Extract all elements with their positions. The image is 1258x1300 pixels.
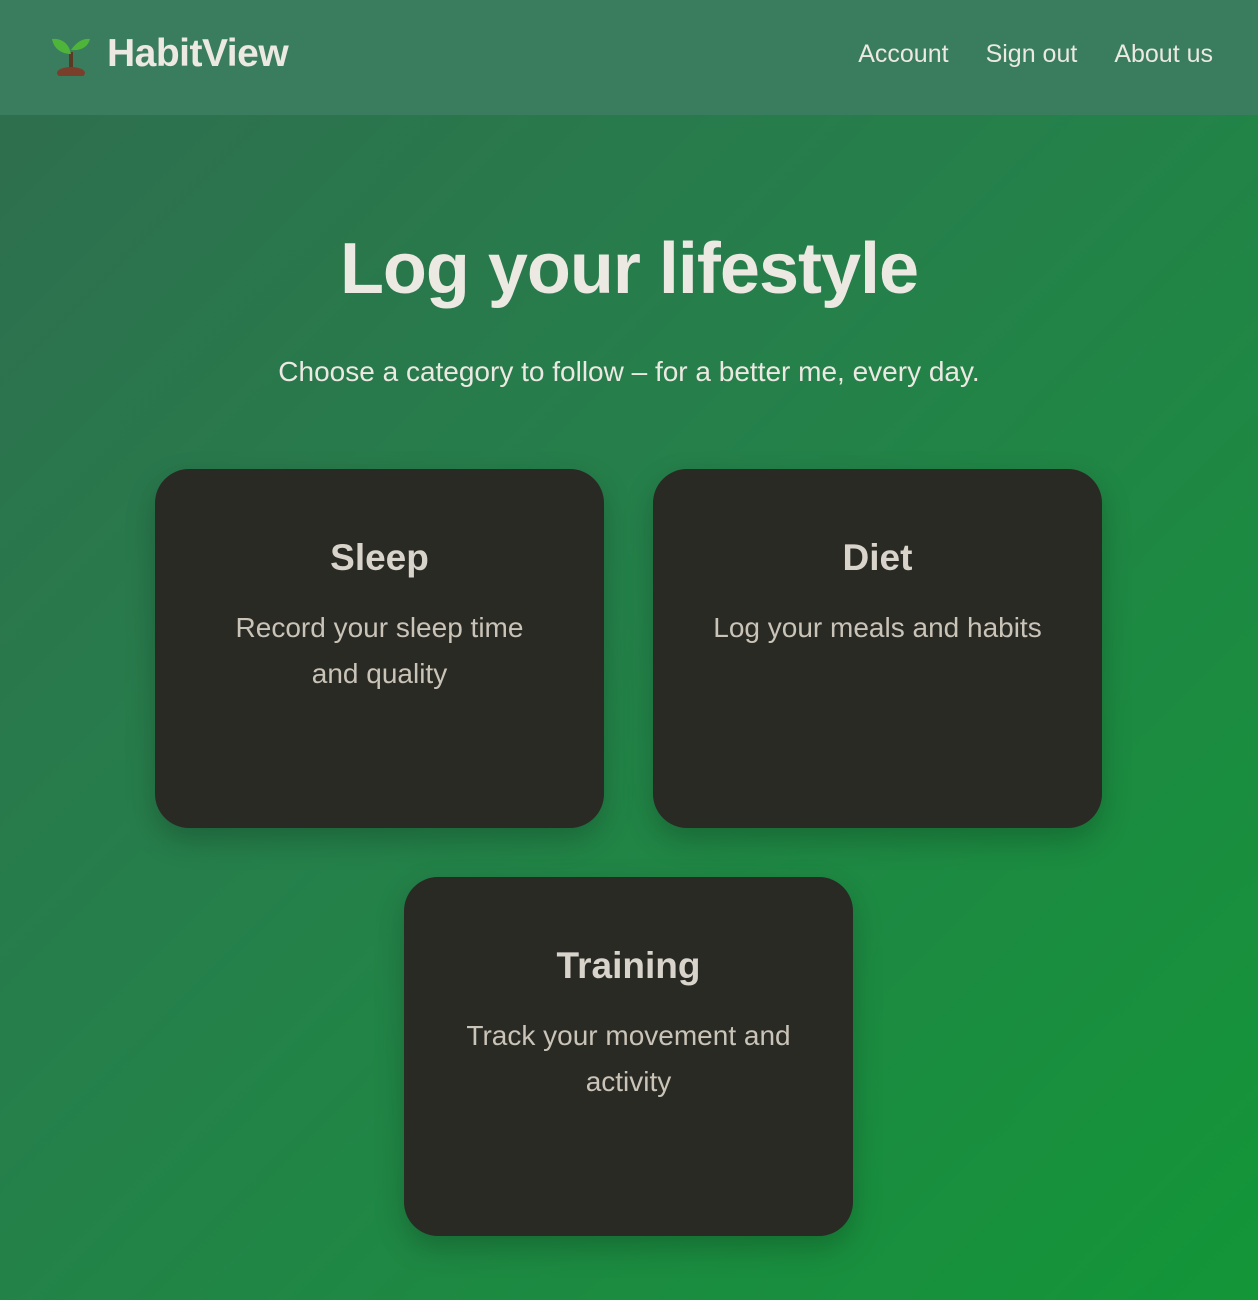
card-title: Training [556, 945, 701, 986]
nav-link-about-us[interactable]: About us [1114, 40, 1213, 69]
card-description: Log your meals and habits [713, 612, 1042, 643]
nav-link-account[interactable]: Account [858, 40, 948, 69]
category-card-diet[interactable]: Diet Log your meals and habits [653, 469, 1102, 828]
card-description: Track your movement and activity [466, 1020, 791, 1097]
card-description: Record your sleep time and quality [235, 612, 524, 689]
sprout-icon [50, 32, 92, 79]
brand-name: HabitView [107, 32, 289, 75]
category-card-training[interactable]: Training Track your movement and activit… [404, 877, 853, 1236]
brand-logo-link[interactable]: HabitView [50, 32, 289, 79]
card-title: Sleep [330, 537, 429, 578]
top-navigation-bar: HabitView Account Sign out About us [0, 0, 1258, 115]
page-subtitle: Choose a category to follow – for a bett… [278, 356, 980, 387]
main-nav: Account Sign out About us [858, 40, 1213, 69]
card-title: Diet [842, 537, 913, 578]
nav-link-sign-out[interactable]: Sign out [986, 40, 1078, 69]
category-card-sleep[interactable]: Sleep Record your sleep time and quality [155, 469, 604, 828]
page-title: Log your lifestyle [339, 229, 919, 309]
